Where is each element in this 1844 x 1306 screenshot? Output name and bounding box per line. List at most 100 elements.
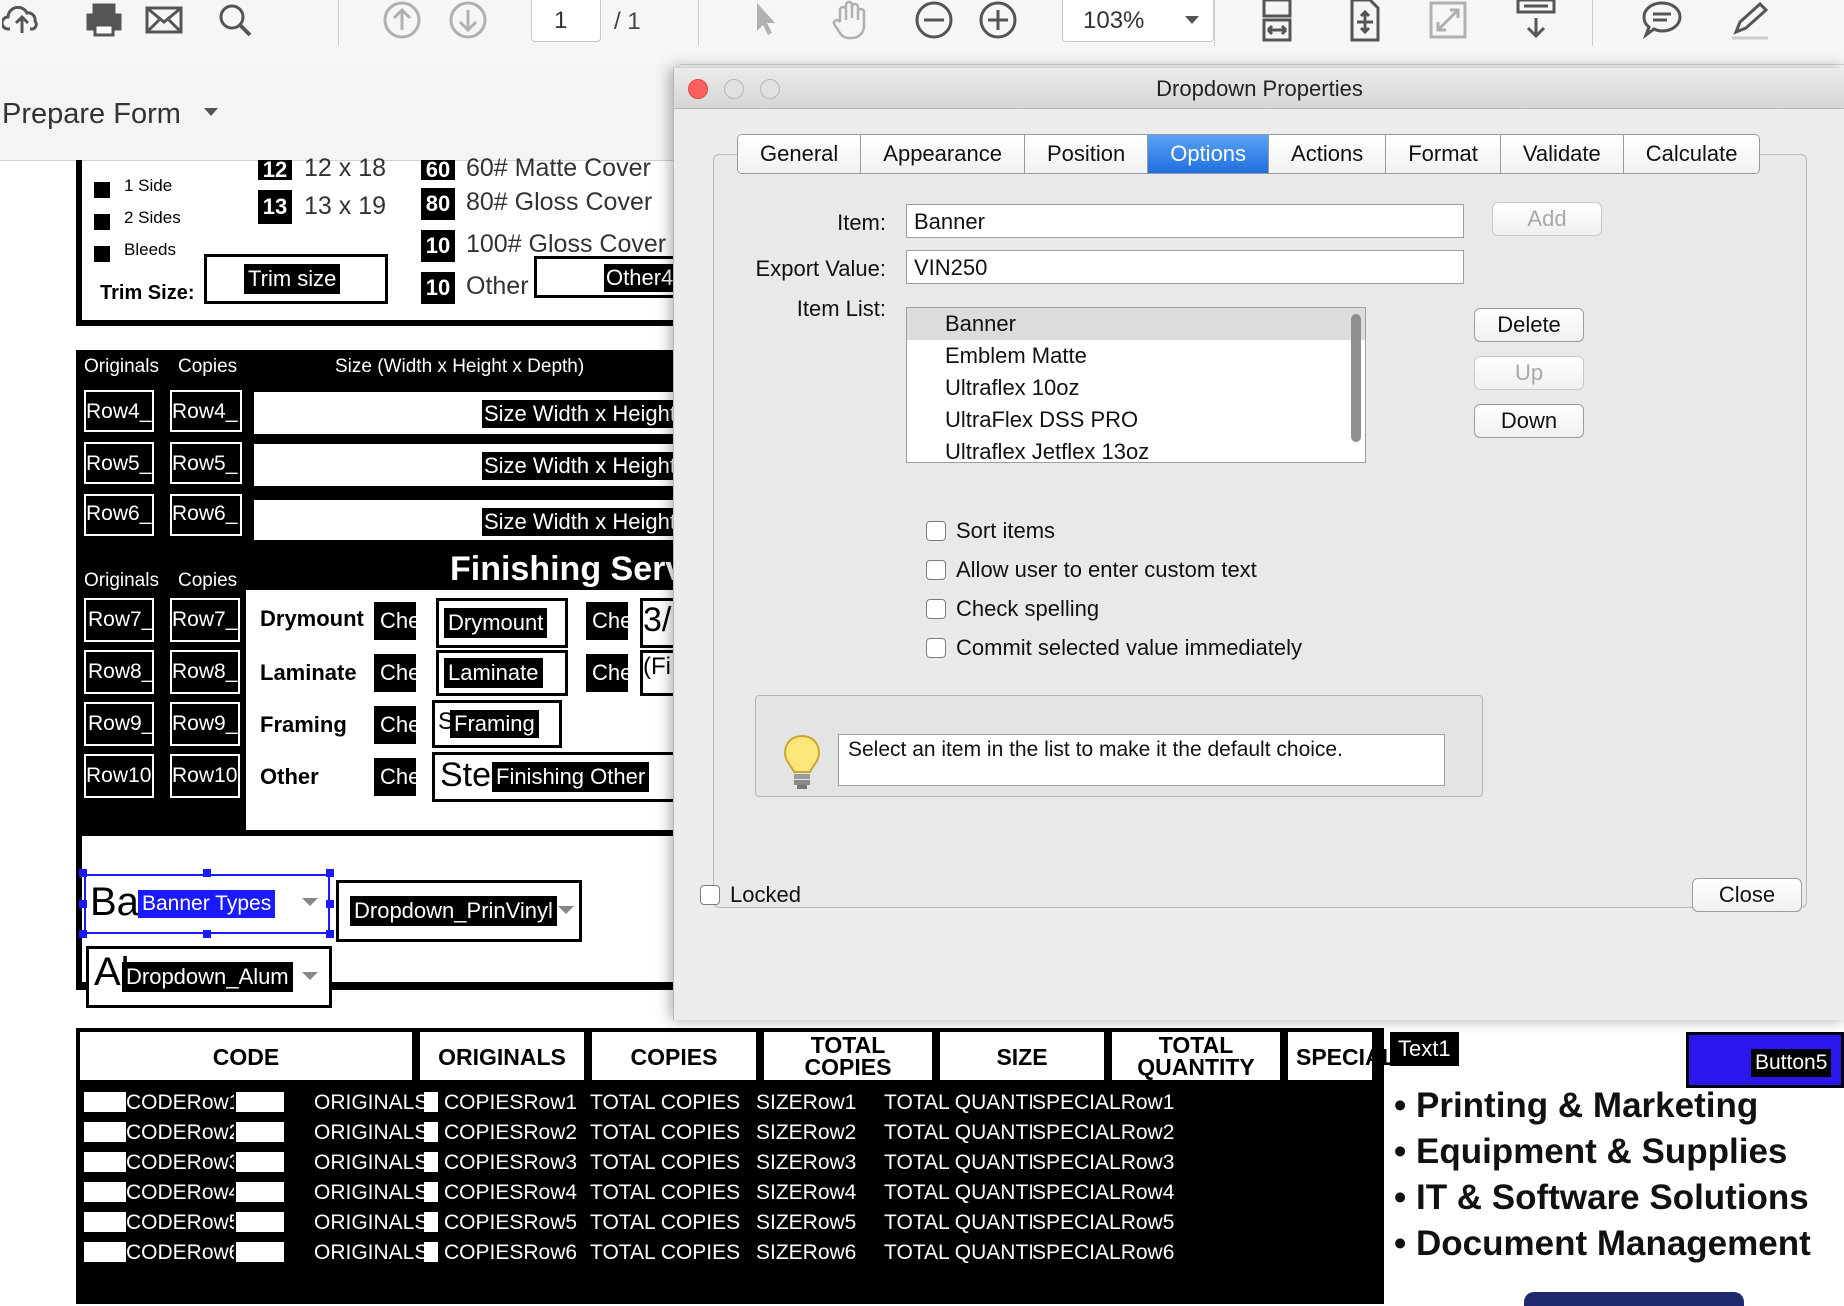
text1-field[interactable]: Text1	[1390, 1032, 1459, 1066]
size-row-size[interactable]: Size Width x Height	[482, 400, 678, 428]
table-cell-total-copies[interactable]: TOTAL COPIES	[590, 1240, 758, 1266]
cloud-upload-icon[interactable]	[0, 0, 44, 40]
table-cell-originals[interactable]: ORIGINALS	[314, 1120, 424, 1146]
tab-calculate[interactable]: Calculate	[1623, 135, 1760, 173]
full-screen-icon[interactable]	[1426, 0, 1470, 40]
list-scrollbar[interactable]	[1351, 314, 1361, 442]
table-cell-code[interactable]: CODERow3	[126, 1150, 234, 1176]
finishing-row-originals[interactable]: Row10	[86, 764, 151, 788]
dialog-titlebar[interactable]: Dropdown Properties	[674, 68, 1844, 109]
finishing-row-originals[interactable]: Row9_	[88, 712, 153, 736]
fit-width-icon[interactable]	[1256, 0, 1300, 42]
checkbox[interactable]	[700, 885, 720, 905]
checkbox[interactable]	[926, 560, 946, 580]
table-cell-code[interactable]: CODERow1	[126, 1090, 234, 1116]
pen-icon[interactable]	[1726, 0, 1774, 40]
commit-immediately-checkbox[interactable]: Commit selected value immediately	[926, 635, 1302, 661]
list-item[interactable]: Banner	[907, 308, 1365, 340]
tab-format[interactable]: Format	[1386, 135, 1501, 173]
button5[interactable]: Button5	[1686, 1032, 1844, 1088]
finishing-row-originals[interactable]: Row8_	[88, 660, 153, 684]
table-cell-special[interactable]: SPECIALRow1	[1032, 1090, 1198, 1116]
finishing-checkbox-field[interactable]: Che	[586, 602, 628, 640]
table-cell-special[interactable]: SPECIALRow4	[1032, 1180, 1198, 1206]
finishing-row-copies[interactable]: Row9_	[172, 712, 237, 736]
table-cell-special[interactable]: SPECIALRow2	[1032, 1120, 1198, 1146]
tab-appearance[interactable]: Appearance	[861, 135, 1025, 173]
table-cell-total-quantity[interactable]: TOTAL QUANTIT	[884, 1090, 1050, 1116]
table-cell-size[interactable]: SIZERow3	[756, 1150, 874, 1176]
checkbox[interactable]	[926, 599, 946, 619]
table-cell-originals[interactable]: ORIGINALS	[314, 1180, 424, 1206]
sort-items-checkbox[interactable]: Sort items	[926, 518, 1055, 544]
checkbox-bleeds[interactable]	[94, 246, 110, 262]
page-number-input[interactable]: 1	[531, 0, 601, 42]
table-cell-total-quantity[interactable]: TOTAL QUANTIT	[884, 1240, 1050, 1266]
checkbox-1-side[interactable]	[94, 182, 110, 198]
size-row-originals[interactable]: Row6_	[86, 502, 151, 526]
page-down-icon[interactable]	[446, 0, 490, 40]
zoom-select[interactable]: 103%	[1062, 0, 1214, 42]
table-cell-size[interactable]: SIZERow5	[756, 1210, 874, 1236]
mail-icon[interactable]	[142, 0, 186, 40]
other-stock-field[interactable]: Other4	[604, 264, 676, 292]
table-cell-total-copies[interactable]: TOTAL COPIES	[590, 1150, 758, 1176]
table-cell-special[interactable]: SPECIALRow3	[1032, 1150, 1198, 1176]
table-cell-copies[interactable]: COPIESRow3	[444, 1150, 588, 1176]
page-up-icon[interactable]	[380, 0, 424, 40]
fit-page-icon[interactable]	[1342, 0, 1386, 42]
finishing-checkbox-field[interactable]: Che	[374, 654, 416, 692]
table-cell-total-copies[interactable]: TOTAL COPIES	[590, 1210, 758, 1236]
search-icon[interactable]	[214, 0, 258, 40]
table-cell-originals[interactable]: ORIGINALS	[314, 1090, 424, 1116]
table-cell-copies[interactable]: COPIESRow2	[444, 1120, 588, 1146]
table-cell-special[interactable]: SPECIALRow6	[1032, 1240, 1198, 1266]
finishing-checkbox-field[interactable]: Che	[374, 758, 416, 796]
finishing-dropdown[interactable]: Laminate	[444, 658, 543, 688]
dropdown-prinvinyl[interactable]: Dropdown_PrinVinyl	[350, 896, 557, 926]
finishing-row-copies[interactable]: Row10	[172, 764, 237, 788]
table-cell-total-copies[interactable]: TOTAL COPIES	[590, 1120, 758, 1146]
size-row-size[interactable]: Size Width x Height	[482, 508, 678, 536]
finishing-row-copies[interactable]: Row7_	[172, 608, 237, 632]
trim-size-field[interactable]: Trim size	[244, 264, 341, 294]
zoom-in-icon[interactable]	[974, 0, 1022, 40]
table-cell-code[interactable]: CODERow6	[126, 1240, 234, 1266]
table-cell-code[interactable]: CODERow2	[126, 1120, 234, 1146]
zoom-out-icon[interactable]	[910, 0, 958, 40]
close-button[interactable]: Close	[1692, 878, 1802, 912]
checkbox-2-sides[interactable]	[94, 214, 110, 230]
finishing-checkbox-field[interactable]: Che	[374, 602, 416, 640]
checkbox[interactable]	[926, 638, 946, 658]
custom-text-checkbox[interactable]: Allow user to enter custom text	[926, 557, 1257, 583]
table-cell-copies[interactable]: COPIESRow6	[444, 1240, 588, 1266]
chevron-down-icon[interactable]	[204, 108, 218, 116]
table-cell-total-quantity[interactable]: TOTAL QUANTIT	[884, 1210, 1050, 1236]
finishing-dropdown[interactable]: Drymount	[444, 608, 548, 638]
table-cell-total-quantity[interactable]: TOTAL QUANTIT	[884, 1120, 1050, 1146]
list-item[interactable]: Ultraflex Jetflex 13oz	[907, 436, 1365, 462]
finishing-checkbox-field[interactable]: Che	[374, 706, 416, 744]
table-cell-code[interactable]: CODERow4	[126, 1180, 234, 1206]
locked-checkbox[interactable]: Locked	[700, 882, 801, 908]
check-spelling-checkbox[interactable]: Check spelling	[926, 596, 1099, 622]
table-cell-copies[interactable]: COPIESRow1	[444, 1090, 588, 1116]
item-input[interactable]: Banner	[906, 204, 1464, 238]
finishing-dropdown[interactable]: Finishing Other	[492, 762, 650, 792]
table-cell-total-copies[interactable]: TOTAL COPIES	[590, 1090, 758, 1116]
list-item[interactable]: UltraFlex DSS PRO	[907, 404, 1365, 436]
table-cell-total-copies[interactable]: TOTAL COPIES	[590, 1180, 758, 1206]
size-row-copies[interactable]: Row5_	[172, 452, 237, 476]
size-row-copies[interactable]: Row4_	[172, 400, 237, 424]
finishing-row-originals[interactable]: Row7_	[88, 608, 153, 632]
finishing-row-copies[interactable]: Row8_	[172, 660, 237, 684]
size-row-originals[interactable]: Row4_	[86, 400, 151, 424]
scroll-mode-icon[interactable]	[1514, 0, 1558, 40]
select-arrow-icon[interactable]	[742, 0, 786, 40]
size-row-originals[interactable]: Row5_	[86, 452, 151, 476]
table-cell-total-quantity[interactable]: TOTAL QUANTIT	[884, 1180, 1050, 1206]
table-cell-size[interactable]: SIZERow2	[756, 1120, 874, 1146]
table-cell-originals[interactable]: ORIGINALS	[314, 1210, 424, 1236]
table-cell-originals[interactable]: ORIGINALS	[314, 1240, 424, 1266]
tab-actions[interactable]: Actions	[1269, 135, 1387, 173]
